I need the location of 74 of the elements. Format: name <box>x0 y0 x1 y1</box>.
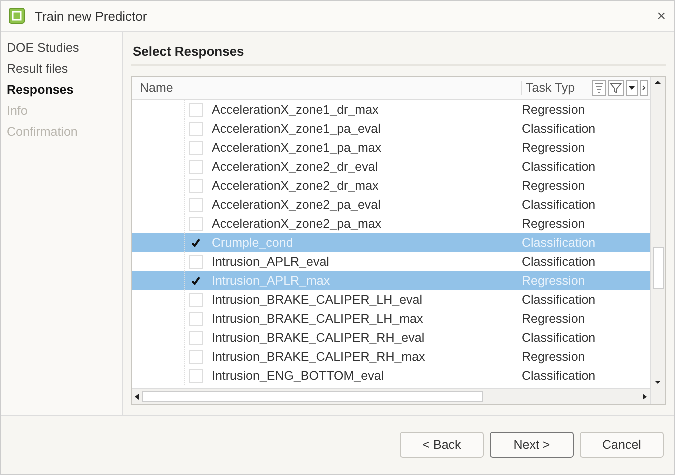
checkbox[interactable] <box>189 350 203 364</box>
table-row[interactable]: AccelerationX_zone2_dr_eval Classification <box>132 157 650 176</box>
scrollbar-thumb[interactable] <box>652 246 664 290</box>
table-cell-text: Intrusion_APLR_eval <box>212 254 330 268</box>
column-header[interactable]: Name <box>132 81 519 95</box>
dropdown-icon[interactable] <box>626 80 638 96</box>
checkbox[interactable] <box>189 292 203 306</box>
checkbox[interactable] <box>189 140 203 154</box>
table-cell-text: Intrusion_BRAKE_CALIPER_LH_eval <box>212 292 424 306</box>
sidebar-item[interactable]: Result files <box>7 61 68 78</box>
table-cell-text: AccelerationX_zone2_dr_eval <box>212 160 380 174</box>
table-row[interactable]: Intrusion_ENG_BOTTOM_eval Classification <box>132 366 650 385</box>
next-button[interactable]: Next > <box>490 432 574 458</box>
table-cell-text: AccelerationX_zone1_dr_max <box>212 102 380 116</box>
scrollbar-thumb[interactable] <box>142 391 483 402</box>
table-cell-text: AccelerationX_zone1_pa_eval <box>212 122 382 136</box>
checkbox[interactable] <box>189 330 203 344</box>
table-row[interactable]: AccelerationX_zone2_pa_eval Classification <box>132 195 650 214</box>
table-cell-text: Classification <box>522 236 597 250</box>
table-cell-text: Intrusion_BRAKE_CALIPER_LH_max <box>212 312 424 326</box>
column-header[interactable]: Task Typ <box>521 81 590 95</box>
sidebar-item[interactable]: Responses <box>7 82 74 99</box>
table-row[interactable]: Intrusion_BRAKE_CALIPER_RH_eval Classification <box>132 328 650 347</box>
table-cell-text: Regression <box>522 102 586 116</box>
table-cell-text: Regression <box>522 312 586 326</box>
table-cell-text: Classification <box>522 368 597 382</box>
sort-icon[interactable] <box>592 80 606 96</box>
table-cell-text: Classification <box>522 122 597 136</box>
vertical-scrollbar[interactable] <box>650 77 665 404</box>
filter-icon[interactable] <box>608 80 624 96</box>
table-row[interactable]: AccelerationX_zone1_pa_max Regression <box>132 138 650 157</box>
table-cell-text: Classification <box>522 330 597 344</box>
section-title: Select Responses <box>133 44 244 58</box>
table-cell-text: Regression <box>522 178 586 192</box>
checkbox[interactable] <box>189 178 203 192</box>
checkbox[interactable] <box>189 368 203 382</box>
table-cell-text: Crumple_cond <box>212 236 294 250</box>
table-row[interactable]: Intrusion_BRAKE_CALIPER_RH_max Regression <box>132 347 650 366</box>
window-title: Train new Predictor <box>35 8 148 24</box>
table-cell-text: Regression <box>522 274 586 288</box>
table-cell-text: Intrusion_APLR_max <box>212 274 332 288</box>
horizontal-scrollbar[interactable] <box>132 388 650 404</box>
table-cell-text: AccelerationX_zone2_pa_max <box>212 216 383 230</box>
scroll-right-icon[interactable] <box>640 80 648 96</box>
table-row[interactable]: Intrusion_BRAKE_CALIPER_LH_max Regression <box>132 309 650 328</box>
app-icon <box>9 8 25 24</box>
table-cell-text: Intrusion_BRAKE_CALIPER_RH_max <box>212 350 426 364</box>
checkbox[interactable] <box>189 216 203 230</box>
checkbox[interactable] <box>189 102 203 116</box>
table-row[interactable]: AccelerationX_zone2_dr_max Regression <box>132 176 650 195</box>
table-cell-text: Regression <box>522 216 586 230</box>
table-row[interactable]: AccelerationX_zone1_pa_eval Classification <box>132 119 650 138</box>
checkbox[interactable] <box>189 198 203 212</box>
cancel-button[interactable]: Cancel <box>580 432 664 458</box>
table-cell-text: Intrusion_BRAKE_CALIPER_RH_eval <box>212 330 426 344</box>
table-row[interactable]: AccelerationX_zone1_dr_max Regression <box>132 100 650 119</box>
table-cell-text: Classification <box>522 160 597 174</box>
table-cell-text: Intrusion_ENG_BOTTOM_eval <box>212 368 386 382</box>
table-cell-text: AccelerationX_zone2_dr_max <box>212 178 380 192</box>
table-cell-text: AccelerationX_zone1_pa_max <box>212 140 383 154</box>
table-cell-text: Regression <box>522 350 586 364</box>
sidebar-item[interactable]: DOE Studies <box>7 40 80 57</box>
close-button[interactable]: × <box>657 8 666 24</box>
table-cell-text: AccelerationX_zone2_pa_eval <box>212 198 382 212</box>
table-row[interactable]: Intrusion_BRAKE_CALIPER_LH_eval Classification <box>132 290 650 309</box>
table-cell-text: Classification <box>522 254 597 268</box>
table-cell-text: Classification <box>522 292 597 306</box>
back-button[interactable]: < Back <box>400 432 484 458</box>
table-cell-text: Classification <box>522 198 597 212</box>
checkbox[interactable] <box>189 254 203 268</box>
table-cell-text: Regression <box>522 140 586 154</box>
checkbox[interactable] <box>189 122 203 136</box>
checkbox[interactable] <box>189 312 203 326</box>
checkbox[interactable] <box>189 160 203 174</box>
